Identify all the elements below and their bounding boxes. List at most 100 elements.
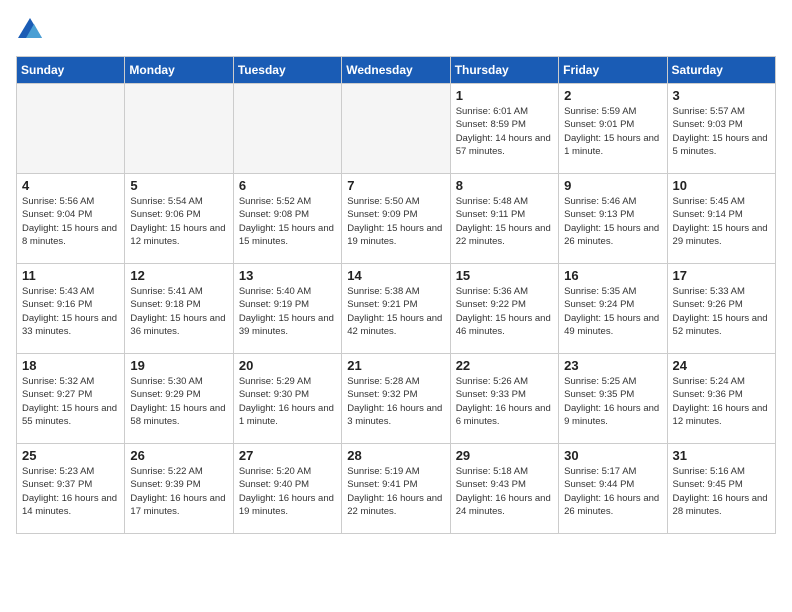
day-number: 31: [673, 448, 770, 463]
day-info: Sunrise: 5:28 AM Sunset: 9:32 PM Dayligh…: [347, 375, 444, 428]
calendar-cell: 29 Sunrise: 5:18 AM Sunset: 9:43 PM Dayli…: [450, 444, 558, 534]
day-info: Sunrise: 5:25 AM Sunset: 9:35 PM Dayligh…: [564, 375, 661, 428]
calendar-cell: 11 Sunrise: 5:43 AM Sunset: 9:16 PM Dayli…: [17, 264, 125, 354]
calendar-cell: 19Sunrise: 5:30 AM Sunset: 9:29 PM Dayli…: [125, 354, 233, 444]
week-row-0: 1 Sunrise: 6:01 AM Sunset: 8:59 PM Daylig…: [17, 84, 776, 174]
day-number: 23: [564, 358, 661, 373]
day-number: 18: [22, 358, 119, 373]
calendar-cell: 5 Sunrise: 5:54 AM Sunset: 9:06 PM Daylig…: [125, 174, 233, 264]
day-number: 28: [347, 448, 444, 463]
week-row-1: 4 Sunrise: 5:56 AM Sunset: 9:04 PM Daylig…: [17, 174, 776, 264]
day-info: Sunrise: 5:38 AM Sunset: 9:21 PM Dayligh…: [347, 285, 444, 338]
logo: [16, 16, 48, 44]
day-info: Sunrise: 5:52 AM Sunset: 9:08 PM Dayligh…: [239, 195, 336, 248]
day-number: 9: [564, 178, 661, 193]
day-number: 13: [239, 268, 336, 283]
day-number: 5: [130, 178, 227, 193]
day-info: Sunrise: 5:48 AM Sunset: 9:11 PM Dayligh…: [456, 195, 553, 248]
calendar-cell: 21 Sunrise: 5:28 AM Sunset: 9:32 PM Dayli…: [342, 354, 450, 444]
week-row-3: 18 Sunrise: 5:32 AM Sunset: 9:27 PM Dayli…: [17, 354, 776, 444]
day-number: 1: [456, 88, 553, 103]
day-info: Sunrise: 5:41 AM Sunset: 9:18 PM Dayligh…: [130, 285, 227, 338]
calendar-cell: 8 Sunrise: 5:48 AM Sunset: 9:11 PM Daylig…: [450, 174, 558, 264]
calendar-cell: 3 Sunrise: 5:57 AM Sunset: 9:03 PM Daylig…: [667, 84, 775, 174]
day-info: Sunrise: 5:35 AM Sunset: 9:24 PM Dayligh…: [564, 285, 661, 338]
calendar-cell: 14 Sunrise: 5:38 AM Sunset: 9:21 PM Dayli…: [342, 264, 450, 354]
day-number: 16: [564, 268, 661, 283]
day-info: Sunrise: 5:33 AM Sunset: 9:26 PM Dayligh…: [673, 285, 770, 338]
day-number: 11: [22, 268, 119, 283]
calendar-cell: 20Sunrise: 5:29 AM Sunset: 9:30 PM Dayli…: [233, 354, 341, 444]
day-number: 15: [456, 268, 553, 283]
day-info: Sunrise: 5:29 AM Sunset: 9:30 PM Dayligh…: [239, 375, 336, 428]
calendar-table: SundayMondayTuesdayWednesdayThursdayFrid…: [16, 56, 776, 534]
day-info: Sunrise: 5:18 AM Sunset: 9:43 PM Dayligh…: [456, 465, 553, 518]
calendar-cell: 25Sunrise: 5:23 AM Sunset: 9:37 PM Dayli…: [17, 444, 125, 534]
calendar-cell: [17, 84, 125, 174]
day-number: 24: [673, 358, 770, 373]
weekday-header-sunday: Sunday: [17, 57, 125, 84]
day-info: Sunrise: 5:57 AM Sunset: 9:03 PM Dayligh…: [673, 105, 770, 158]
day-number: 21: [347, 358, 444, 373]
calendar-cell: 27 Sunrise: 5:20 AM Sunset: 9:40 PM Dayli…: [233, 444, 341, 534]
weekday-header-saturday: Saturday: [667, 57, 775, 84]
calendar-cell: [233, 84, 341, 174]
day-number: 30: [564, 448, 661, 463]
weekday-header-row: SundayMondayTuesdayWednesdayThursdayFrid…: [17, 57, 776, 84]
calendar-cell: 22 Sunrise: 5:26 AM Sunset: 9:33 PM Dayli…: [450, 354, 558, 444]
day-info: Sunrise: 5:54 AM Sunset: 9:06 PM Dayligh…: [130, 195, 227, 248]
day-number: 17: [673, 268, 770, 283]
weekday-header-tuesday: Tuesday: [233, 57, 341, 84]
calendar-cell: [125, 84, 233, 174]
day-number: 2: [564, 88, 661, 103]
day-info: Sunrise: 6:01 AM Sunset: 8:59 PM Dayligh…: [456, 105, 553, 158]
calendar-cell: 10 Sunrise: 5:45 AM Sunset: 9:14 PM Dayli…: [667, 174, 775, 264]
day-info: Sunrise: 5:16 AM Sunset: 9:45 PM Dayligh…: [673, 465, 770, 518]
page-header: [16, 16, 776, 44]
calendar-cell: 28 Sunrise: 5:19 AM Sunset: 9:41 PM Dayli…: [342, 444, 450, 534]
day-info: Sunrise: 5:26 AM Sunset: 9:33 PM Dayligh…: [456, 375, 553, 428]
day-number: 29: [456, 448, 553, 463]
calendar-cell: 4 Sunrise: 5:56 AM Sunset: 9:04 PM Daylig…: [17, 174, 125, 264]
day-number: 4: [22, 178, 119, 193]
day-info: Sunrise: 5:24 AM Sunset: 9:36 PM Dayligh…: [673, 375, 770, 428]
logo-icon: [16, 16, 44, 44]
day-number: 7: [347, 178, 444, 193]
day-info: Sunrise: 5:30 AM Sunset: 9:29 PM Dayligh…: [130, 375, 227, 428]
day-info: Sunrise: 5:50 AM Sunset: 9:09 PM Dayligh…: [347, 195, 444, 248]
day-info: Sunrise: 5:22 AM Sunset: 9:39 PM Dayligh…: [130, 465, 227, 518]
calendar-cell: [342, 84, 450, 174]
calendar-cell: 7 Sunrise: 5:50 AM Sunset: 9:09 PM Daylig…: [342, 174, 450, 264]
calendar-cell: 31 Sunrise: 5:16 AM Sunset: 9:45 PM Dayli…: [667, 444, 775, 534]
day-number: 25: [22, 448, 119, 463]
day-number: 8: [456, 178, 553, 193]
weekday-header-wednesday: Wednesday: [342, 57, 450, 84]
calendar-cell: 17 Sunrise: 5:33 AM Sunset: 9:26 PM Dayli…: [667, 264, 775, 354]
calendar-cell: 6Sunrise: 5:52 AM Sunset: 9:08 PM Daylig…: [233, 174, 341, 264]
day-info: Sunrise: 5:43 AM Sunset: 9:16 PM Dayligh…: [22, 285, 119, 338]
day-info: Sunrise: 5:32 AM Sunset: 9:27 PM Dayligh…: [22, 375, 119, 428]
day-info: Sunrise: 5:56 AM Sunset: 9:04 PM Dayligh…: [22, 195, 119, 248]
calendar-cell: 1 Sunrise: 6:01 AM Sunset: 8:59 PM Daylig…: [450, 84, 558, 174]
day-number: 27: [239, 448, 336, 463]
day-info: Sunrise: 5:59 AM Sunset: 9:01 PM Dayligh…: [564, 105, 661, 158]
day-number: 14: [347, 268, 444, 283]
day-number: 10: [673, 178, 770, 193]
calendar-cell: 18 Sunrise: 5:32 AM Sunset: 9:27 PM Dayli…: [17, 354, 125, 444]
calendar-cell: 9Sunrise: 5:46 AM Sunset: 9:13 PM Daylig…: [559, 174, 667, 264]
day-number: 22: [456, 358, 553, 373]
calendar-cell: 12 Sunrise: 5:41 AM Sunset: 9:18 PM Dayli…: [125, 264, 233, 354]
calendar-cell: 24 Sunrise: 5:24 AM Sunset: 9:36 PM Dayli…: [667, 354, 775, 444]
day-number: 26: [130, 448, 227, 463]
calendar-cell: 23 Sunrise: 5:25 AM Sunset: 9:35 PM Dayli…: [559, 354, 667, 444]
day-info: Sunrise: 5:20 AM Sunset: 9:40 PM Dayligh…: [239, 465, 336, 518]
day-number: 12: [130, 268, 227, 283]
calendar-cell: 2 Sunrise: 5:59 AM Sunset: 9:01 PM Daylig…: [559, 84, 667, 174]
week-row-2: 11 Sunrise: 5:43 AM Sunset: 9:16 PM Dayli…: [17, 264, 776, 354]
calendar-cell: 15Sunrise: 5:36 AM Sunset: 9:22 PM Dayli…: [450, 264, 558, 354]
day-info: Sunrise: 5:45 AM Sunset: 9:14 PM Dayligh…: [673, 195, 770, 248]
calendar-cell: 16 Sunrise: 5:35 AM Sunset: 9:24 PM Dayli…: [559, 264, 667, 354]
day-info: Sunrise: 5:19 AM Sunset: 9:41 PM Dayligh…: [347, 465, 444, 518]
day-number: 3: [673, 88, 770, 103]
day-info: Sunrise: 5:40 AM Sunset: 9:19 PM Dayligh…: [239, 285, 336, 338]
